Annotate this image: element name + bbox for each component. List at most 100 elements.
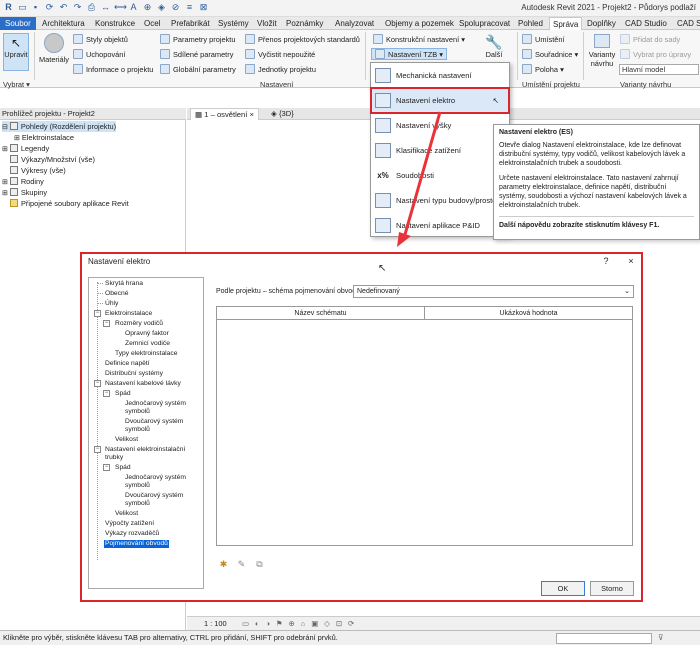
menu-item-demand-factors[interactable]: x% Soudobosti bbox=[371, 163, 509, 188]
tree-wiring[interactable]: Elektroinstalace bbox=[105, 310, 152, 318]
tag-icon[interactable]: A bbox=[128, 2, 139, 13]
tab-addins[interactable]: Doplňky bbox=[584, 17, 619, 30]
tree-ground-conductors[interactable]: Zemnicí vodiče bbox=[125, 340, 170, 348]
global-parameters-button[interactable]: Globální parametry bbox=[160, 64, 236, 76]
pick-to-edit-button[interactable]: Vybrat pro úpravy bbox=[620, 49, 691, 61]
tree-voltage-definitions[interactable]: Definice napětí bbox=[105, 360, 150, 368]
menu-item-elevation-settings[interactable]: Nastavení výšky bbox=[371, 113, 509, 138]
tree-conduit-single-line[interactable]: Jednočarový systém bbox=[125, 474, 186, 482]
tab-cad-studio-2[interactable]: CAD St bbox=[674, 17, 700, 30]
tree-conduit-settings-2[interactable]: trubky bbox=[105, 454, 123, 462]
save-icon[interactable]: ▪ bbox=[30, 2, 41, 13]
tab-systems[interactable]: Systémy bbox=[215, 17, 252, 30]
filter-icon[interactable]: ⊽ bbox=[658, 631, 663, 645]
tree-correction-factor[interactable]: Opravný faktor bbox=[125, 330, 169, 338]
view-scale[interactable]: 1 : 100 bbox=[204, 617, 227, 631]
menu-item-load-classifications[interactable]: Klasifikace zatížení bbox=[371, 138, 509, 163]
measure-icon[interactable]: ↔ bbox=[100, 2, 111, 13]
cancel-button[interactable]: Storno bbox=[590, 581, 634, 596]
tab-view-lighting[interactable]: ▦ 1 – osvětlení × bbox=[190, 108, 259, 120]
snaps-button[interactable]: Uchopování bbox=[73, 49, 125, 61]
object-styles-button[interactable]: Styly objektů bbox=[73, 34, 128, 46]
column-header-sample-value[interactable]: Ukázková hodnota bbox=[425, 307, 632, 320]
tab-view[interactable]: Pohled bbox=[515, 17, 546, 30]
tree-item-legends[interactable]: ⊞ Legendy bbox=[2, 143, 49, 154]
menu-item-pid-settings[interactable]: Nastavení aplikace P&ID bbox=[371, 213, 509, 238]
collapse-icon[interactable]: − bbox=[103, 320, 110, 327]
location-button[interactable]: Umístění bbox=[522, 34, 565, 46]
shared-parameters-button[interactable]: Sdílené parametry bbox=[160, 49, 233, 61]
revit-logo-icon[interactable]: R bbox=[3, 2, 14, 13]
tab-cad-studio[interactable]: CAD Studio bbox=[622, 17, 670, 30]
undo-icon[interactable]: ↶ bbox=[58, 2, 69, 13]
3d-view-icon[interactable]: ◈ bbox=[156, 2, 167, 13]
close-button[interactable]: × bbox=[625, 256, 637, 266]
structural-settings-button[interactable]: Konstrukční nastavení ▾ bbox=[373, 34, 465, 46]
tab-analyze[interactable]: Analyzovat bbox=[332, 17, 377, 30]
main-model-select[interactable]: Hlavní model bbox=[619, 64, 699, 75]
column-header-scheme-name[interactable]: Název schématu bbox=[217, 307, 425, 320]
project-units-button[interactable]: Jednotky projektu bbox=[245, 64, 316, 76]
tree-conduit-rise-drop[interactable]: Spád bbox=[115, 464, 131, 472]
tree-item-schedules[interactable]: Výkazy/Množství (vše) bbox=[10, 154, 95, 165]
tab-manage[interactable]: Správa bbox=[549, 17, 583, 31]
collapse-icon[interactable]: − bbox=[103, 390, 110, 397]
open-icon[interactable]: ▭ bbox=[17, 2, 28, 13]
help-button[interactable]: ? bbox=[600, 256, 612, 266]
menu-item-building-space-type[interactable]: Nastavení typu budovy/prostoru bbox=[371, 188, 509, 213]
select-panel-label[interactable]: Vybrat ▾ bbox=[3, 80, 30, 89]
tree-circuit-naming[interactable]: Pojmenování obvodů bbox=[104, 540, 169, 548]
tree-wiring-types[interactable]: Typy elektroinstalace bbox=[115, 350, 177, 358]
redo-icon[interactable]: ↷ bbox=[72, 2, 83, 13]
collapse-icon[interactable]: − bbox=[94, 380, 101, 387]
materials-button[interactable]: Materiály bbox=[36, 33, 72, 64]
position-button[interactable]: Poloha ▾ bbox=[522, 64, 564, 76]
tree-angles[interactable]: Úhly bbox=[105, 300, 118, 308]
additional-settings-button[interactable]: 🔧 Další bbox=[477, 34, 511, 59]
tree-conduit-size[interactable]: Velikost bbox=[115, 510, 138, 518]
sync-icon[interactable]: ⟳ bbox=[44, 2, 55, 13]
view-control-icons[interactable]: ▭◐◑⚑⊕⌂▣◇⊡⟳ bbox=[242, 617, 360, 631]
dimension-icon[interactable]: ⟷ bbox=[114, 2, 127, 13]
menu-item-electrical-settings[interactable]: Nastavení elektro ↖ bbox=[370, 87, 510, 114]
tree-cable-tray-settings[interactable]: Nastavení kabelové lávky bbox=[105, 380, 181, 388]
tree-item-groups[interactable]: ⊞ Skupiny bbox=[2, 187, 47, 198]
tree-conduit-settings[interactable]: Nastavení elektroinstalační bbox=[105, 446, 185, 454]
thin-lines-icon[interactable]: ≡ bbox=[184, 2, 195, 13]
tree-item-revit-links[interactable]: Připojené soubory aplikace Revit bbox=[10, 198, 129, 209]
tree-item-electrical[interactable]: ⊞ Elektroinstalace bbox=[14, 132, 74, 143]
design-options-button[interactable]: Varianty návrhu bbox=[586, 34, 618, 68]
tree-wire-sizes[interactable]: Rozměry vodičů bbox=[115, 320, 163, 328]
tab-collaborate[interactable]: Spolupracovat bbox=[456, 17, 513, 30]
tree-rise-drop[interactable]: Spád bbox=[115, 390, 131, 398]
tree-single-line-symbol-2[interactable]: symbolů bbox=[125, 408, 150, 416]
naming-scheme-select[interactable]: Nedefinovaný ⌄ bbox=[353, 285, 634, 298]
workset-select[interactable] bbox=[556, 633, 652, 644]
tab-insert[interactable]: Vložit bbox=[254, 17, 280, 30]
collapse-icon[interactable]: − bbox=[94, 310, 101, 317]
text-icon[interactable]: ⊕ bbox=[142, 2, 153, 13]
tab-precast[interactable]: Prefabrikát bbox=[168, 17, 213, 30]
tree-distribution-systems[interactable]: Distribuční systémy bbox=[105, 370, 163, 378]
add-to-set-button[interactable]: Přidat do sady bbox=[620, 34, 680, 46]
tree-double-line-symbol[interactable]: Dvoučarový systém bbox=[125, 418, 183, 426]
duplicate-scheme-icon[interactable]: ⧉ bbox=[254, 559, 265, 570]
tree-cable-tray-size[interactable]: Velikost bbox=[115, 436, 138, 444]
collapse-icon[interactable]: − bbox=[94, 446, 101, 453]
tab-massing[interactable]: Objemy a pozemek bbox=[382, 17, 457, 30]
coordinates-button[interactable]: Souřadnice ▾ bbox=[522, 49, 578, 61]
menu-item-mechanical-settings[interactable]: Mechanická nastavení bbox=[371, 63, 509, 88]
tab-architecture[interactable]: Architektura bbox=[39, 17, 88, 30]
project-info-button[interactable]: Informace o projektu bbox=[73, 64, 153, 76]
tab-steel[interactable]: Ocel bbox=[141, 17, 163, 30]
tree-conduit-double-line-2[interactable]: symbolů bbox=[125, 500, 150, 508]
tab-file[interactable]: Soubor bbox=[0, 17, 36, 30]
tree-single-line-symbol[interactable]: Jednočarový systém bbox=[125, 400, 186, 408]
tree-item-views[interactable]: ⊟ Pohledy (Rozdělení projektu) bbox=[2, 121, 117, 132]
tree-panel-schedules[interactable]: Výkazy rozvaděčů bbox=[105, 530, 159, 538]
tree-load-calculations[interactable]: Výpočty zatížení bbox=[105, 520, 154, 528]
tree-conduit-single-line-2[interactable]: symbolů bbox=[125, 482, 150, 490]
close-views-icon[interactable]: ⊠ bbox=[198, 2, 209, 13]
tab-structure[interactable]: Konstrukce bbox=[92, 17, 138, 30]
tree-item-sheets[interactable]: Výkresy (vše) bbox=[10, 165, 66, 176]
